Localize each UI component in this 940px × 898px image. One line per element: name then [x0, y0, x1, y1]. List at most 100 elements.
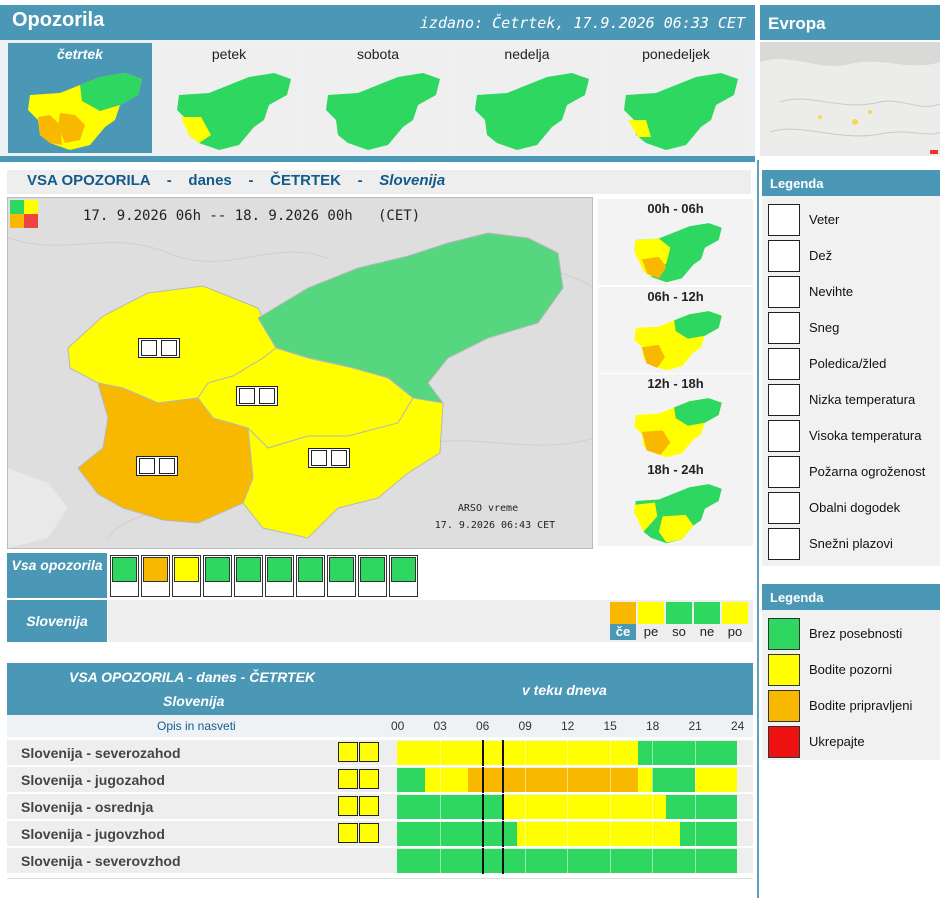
warning-badge-severozahod[interactable] [138, 338, 180, 358]
advice-link[interactable]: Opis in nasveti [157, 719, 236, 733]
time-marker [501, 794, 504, 820]
row-warning-icons[interactable] [338, 823, 380, 843]
hour-tick: 03 [433, 719, 447, 733]
region-name: Slovenija - osrednja [21, 799, 154, 815]
table-row[interactable]: Slovenija - osrednja [7, 793, 753, 820]
timeline-segment [637, 768, 652, 792]
table-row[interactable]: Slovenija - jugovzhod [7, 820, 753, 847]
tab-petek[interactable]: petek [157, 43, 301, 153]
day-tabs: četrtek petek sobota nedelja ponedeljek [0, 40, 755, 156]
timeline-segment [425, 768, 468, 792]
legend-label: Brez posebnosti [809, 626, 903, 641]
hour-tick: 18 [646, 719, 660, 733]
region-name: Slovenija - severovzhod [21, 853, 181, 869]
period-label: 00h - 06h [647, 201, 704, 216]
warning-badge-jugovzhod[interactable] [308, 448, 350, 468]
timeline-segment [397, 795, 504, 819]
region-name: Slovenija - severozahod [21, 745, 181, 761]
map-timestamp: 17. 9.2026 06:43 CET [434, 520, 556, 531]
coastal-event-icon[interactable] [358, 555, 387, 597]
timeline-segment [517, 822, 681, 846]
time-marker [501, 848, 504, 874]
period-map-06-12[interactable]: 06h - 12h [598, 287, 753, 373]
time-marker [482, 821, 484, 847]
avalanche-icon[interactable] [389, 555, 418, 597]
warning-badge-osrednja[interactable] [236, 386, 278, 406]
time-marker [501, 740, 504, 766]
snow-icon [768, 312, 800, 344]
warning-map[interactable]: 17. 9.2026 06h -- 18. 9.2026 00h (CET) A… [7, 197, 593, 549]
coastal-event-icon [768, 492, 800, 524]
tab-nedelja[interactable]: nedelja [455, 43, 599, 153]
snow-icon[interactable] [203, 555, 232, 597]
tab-label: nedelja [504, 46, 550, 62]
timeline-segment [666, 795, 737, 819]
legend-item: Poledica/žled [768, 348, 938, 380]
day-level [610, 602, 636, 624]
legend-label: Sneg [809, 320, 840, 335]
level-swatch [768, 618, 800, 650]
legend-item: Snežni plazovi [768, 528, 938, 560]
avalanche-icon [768, 528, 800, 560]
row-warning-icons[interactable] [338, 769, 380, 789]
table-row[interactable]: Slovenija - severovzhod [7, 847, 753, 874]
legend-label: Požarna ogroženost [809, 464, 926, 479]
tab-sobota[interactable]: sobota [306, 43, 450, 153]
page-title: Opozorila [12, 9, 105, 31]
day-level [666, 602, 692, 624]
tab-label: petek [211, 46, 247, 62]
level-swatch [768, 654, 800, 686]
row-warning-icons[interactable] [338, 796, 380, 816]
day-level [638, 602, 664, 624]
legend-label: Poledica/žled [809, 356, 887, 371]
period-map-18-24[interactable]: 18h - 24h [598, 460, 753, 546]
divider-bar [0, 156, 755, 162]
period-map-00-06[interactable]: 00h - 06h [598, 199, 753, 285]
day-abbr[interactable]: ne [694, 624, 720, 640]
period-title: v teku dneva [522, 682, 607, 698]
legend-label: Bodite pozorni [809, 662, 893, 677]
legend-label: Ukrepajte [809, 734, 865, 749]
legend-item: Nizka temperatura [768, 384, 938, 416]
all-warnings-label: Vsa opozorila [7, 553, 107, 598]
time-marker [501, 821, 504, 847]
ice-icon[interactable] [234, 555, 263, 597]
section-title: VSA OPOZORILA - danes - ČETRTEK - Sloven… [7, 170, 751, 194]
low-temperature-icon[interactable] [265, 555, 294, 597]
legend-item: Nevihte [768, 276, 938, 308]
high-temperature-icon[interactable] [296, 555, 325, 597]
legend-label: Nevihte [809, 284, 854, 299]
legend-item: Obalni dogodek [768, 492, 938, 524]
table-row[interactable]: Slovenija - jugozahod [7, 766, 753, 793]
tab-cetrtek[interactable]: četrtek [8, 43, 152, 153]
table-row[interactable]: Slovenija - severozahod [7, 739, 753, 766]
legend-label: Obalni dogodek [809, 500, 901, 515]
level-mini-legend [10, 200, 38, 228]
hour-tick: 06 [476, 719, 490, 733]
day-abbr[interactable]: so [666, 624, 692, 640]
wind-icon [768, 204, 800, 236]
europe-title[interactable]: Evropa [760, 5, 940, 40]
europe-map[interactable] [760, 42, 940, 156]
day-abbr[interactable]: pe [638, 624, 664, 640]
timeline-table: VSA OPOZORILA - danes - ČETRTEK Slovenij… [7, 663, 753, 879]
legend-label: Visoka temperatura [809, 428, 922, 443]
warning-badge-jugozahod[interactable] [136, 456, 178, 476]
table-subtitle: Slovenija [163, 693, 225, 709]
table-header: VSA OPOZORILA - danes - ČETRTEK Slovenij… [7, 663, 753, 715]
tab-label: ponedeljek [642, 46, 710, 62]
tab-ponedeljek[interactable]: ponedeljek [604, 43, 748, 153]
fire-danger-icon[interactable] [327, 555, 356, 597]
thunderstorm-icon[interactable] [172, 555, 201, 597]
fire-danger-icon [768, 456, 800, 488]
wind-icon[interactable] [110, 555, 139, 597]
row-warning-icons[interactable] [338, 742, 380, 762]
day-abbr[interactable]: če [610, 624, 636, 640]
time-marker [482, 767, 484, 793]
period-map-12-18[interactable]: 12h - 18h [598, 374, 753, 460]
rain-icon[interactable] [141, 555, 170, 597]
low-temperature-icon [768, 384, 800, 416]
day-abbr[interactable]: po [722, 624, 748, 640]
legend-item: Visoka temperatura [768, 420, 938, 452]
warning-type-strip [108, 553, 753, 598]
